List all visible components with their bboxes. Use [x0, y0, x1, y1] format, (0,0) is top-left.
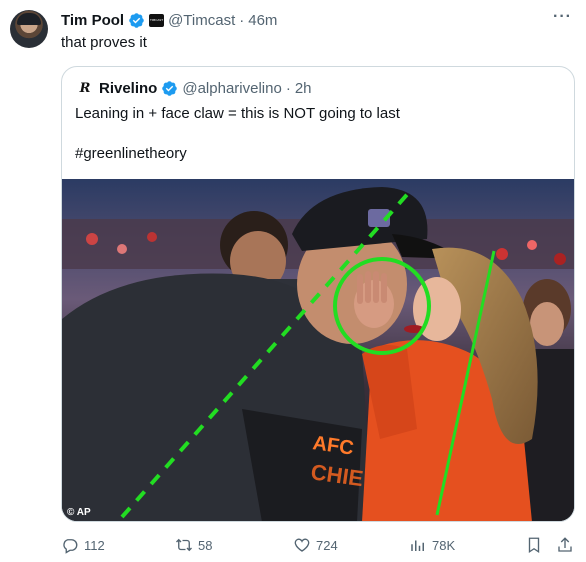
more-icon[interactable]: ··· — [553, 8, 572, 26]
like-icon — [294, 538, 310, 552]
quoted-tweet-text: Leaning in + face claw = this is NOT goi… — [75, 105, 400, 122]
tweet-header: Tim Pool TIMCAST @Timcast · 46m — [61, 10, 277, 30]
verified-badge-icon — [162, 80, 178, 96]
quoted-tweet[interactable]: R Rivelino @alpharivelino · 2h Leaning i… — [61, 66, 575, 522]
views-icon — [411, 540, 424, 551]
separator-dot: · — [285, 79, 291, 97]
reply-icon — [63, 539, 78, 554]
tweet-action-bar: 112 58 724 78K — [0, 536, 586, 556]
like-button[interactable]: 724 — [293, 536, 338, 554]
verified-badge-icon — [129, 12, 144, 28]
quoted-tweet-photo[interactable]: AFC CHIE © AP — [62, 179, 574, 521]
reply-count: 112 — [84, 537, 105, 553]
repost-count: 58 — [198, 537, 213, 553]
quoted-author-name[interactable]: Rivelino — [99, 80, 157, 97]
tweet-time[interactable]: 46m — [248, 12, 277, 29]
reply-button[interactable]: 112 — [61, 536, 105, 554]
quoted-tweet-time[interactable]: 2h — [295, 80, 312, 97]
quoted-author-avatar[interactable]: R — [75, 78, 95, 98]
author-name[interactable]: Tim Pool — [61, 12, 124, 29]
affiliate-badge-icon[interactable]: TIMCAST — [149, 13, 165, 27]
separator-dot: · — [239, 11, 245, 29]
author-handle[interactable]: @Timcast — [168, 12, 235, 29]
photo-credit: © AP — [67, 507, 91, 518]
author-avatar[interactable] — [10, 10, 48, 48]
like-count: 724 — [316, 537, 338, 553]
quoted-tweet-header: R Rivelino @alpharivelino · 2h — [75, 79, 312, 97]
tweet-text: that proves it — [61, 34, 147, 51]
views-count: 78K — [432, 537, 456, 553]
repost-button[interactable]: 58 — [175, 536, 212, 554]
quoted-tweet-hashtag[interactable]: #greenlinetheory — [75, 145, 187, 162]
bookmark-button[interactable] — [525, 536, 548, 554]
views-button[interactable]: 78K — [409, 536, 455, 554]
repost-icon — [176, 538, 192, 552]
bookmark-icon — [528, 537, 540, 554]
share-icon — [558, 537, 572, 552]
share-button[interactable] — [556, 536, 579, 554]
quoted-author-handle[interactable]: @alpharivelino — [182, 80, 281, 97]
photo-illustration: AFC CHIE — [62, 179, 574, 521]
